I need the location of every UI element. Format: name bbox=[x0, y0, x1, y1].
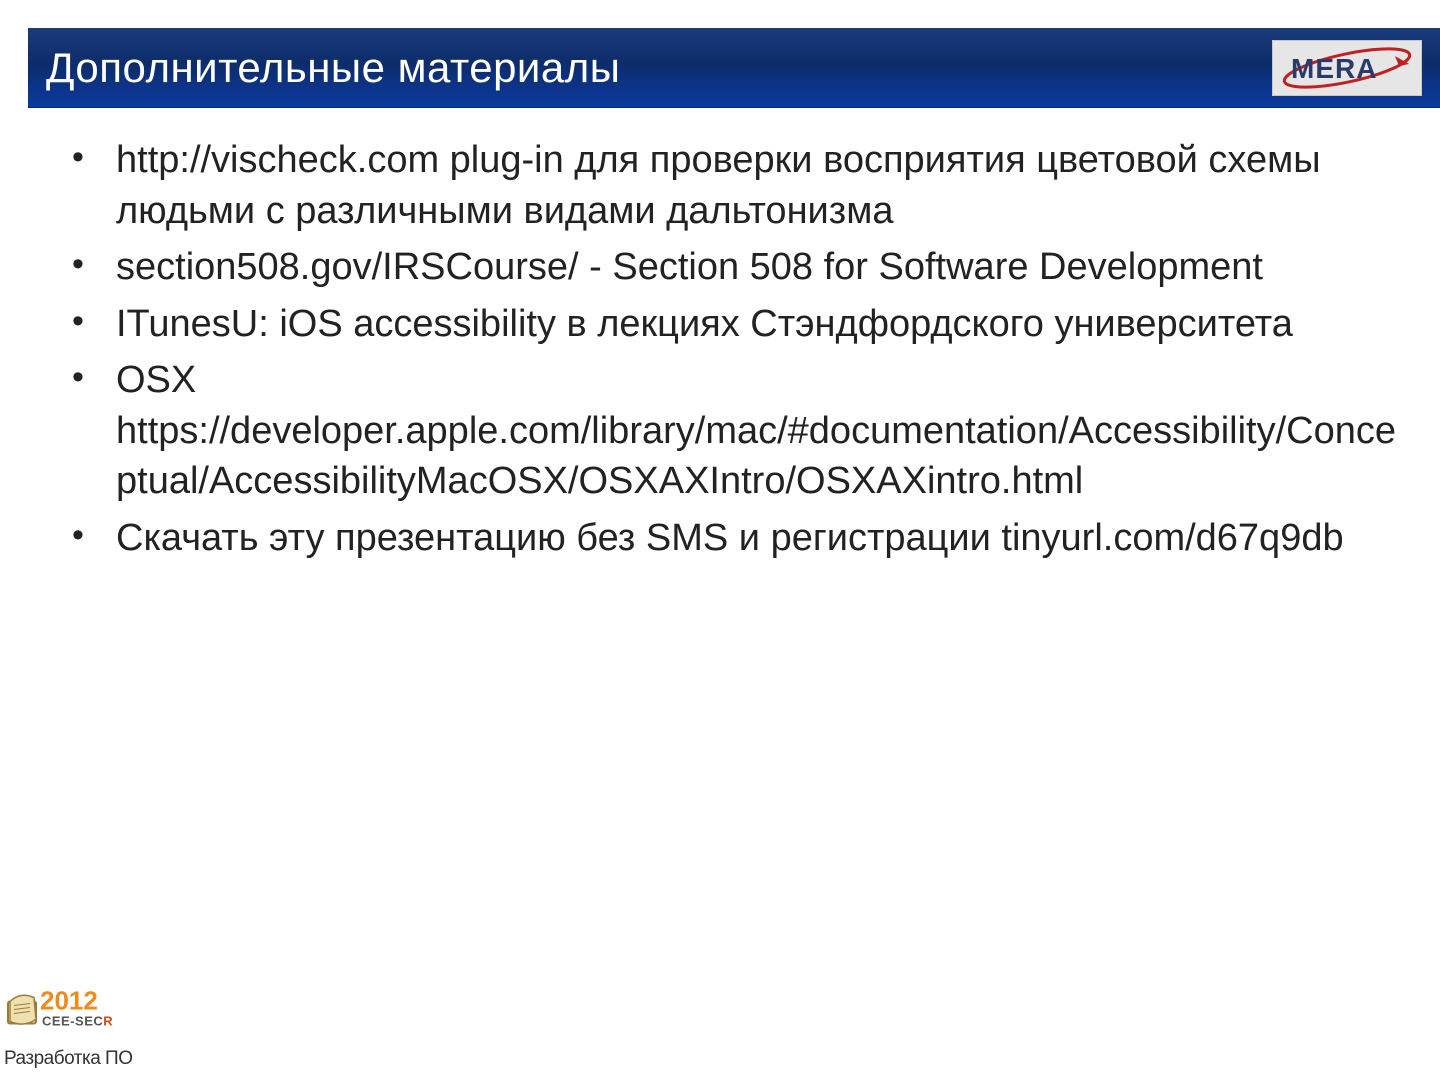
svg-text:MERA: MERA bbox=[1291, 53, 1377, 84]
content-area: http://vischeck.com plug-in для проверки… bbox=[60, 135, 1400, 569]
footer-conf: CEE-SECR bbox=[42, 1014, 113, 1029]
list-item: ITunesU: iOS accessibility в лекциях Стэ… bbox=[60, 299, 1400, 350]
title-bar: Дополнительные материалы MERA bbox=[28, 28, 1440, 108]
list-item: OSX https://developer.apple.com/library/… bbox=[60, 355, 1400, 507]
top-gap bbox=[0, 0, 1440, 28]
footer-year: 2012 bbox=[40, 986, 98, 1016]
mera-logo-icon: MERA bbox=[1277, 44, 1417, 92]
bullet-list: http://vischeck.com plug-in для проверки… bbox=[60, 135, 1400, 563]
conference-logo-icon: 2012 CEE-SECR bbox=[4, 972, 144, 1047]
slide: Дополнительные материалы MERA http://vis… bbox=[0, 0, 1440, 1080]
list-item: Скачать эту презентацию без SMS и регист… bbox=[60, 513, 1400, 564]
conference-logo: 2012 CEE-SECR Разработка ПО bbox=[4, 972, 144, 1070]
list-item: http://vischeck.com plug-in для проверки… bbox=[60, 135, 1400, 236]
footer-tagline: Разработка ПО bbox=[4, 1048, 144, 1070]
list-item: section508.gov/IRSCourse/ - Section 508 … bbox=[60, 242, 1400, 293]
mera-logo: MERA bbox=[1272, 40, 1422, 96]
slide-title: Дополнительные материалы bbox=[46, 44, 620, 92]
